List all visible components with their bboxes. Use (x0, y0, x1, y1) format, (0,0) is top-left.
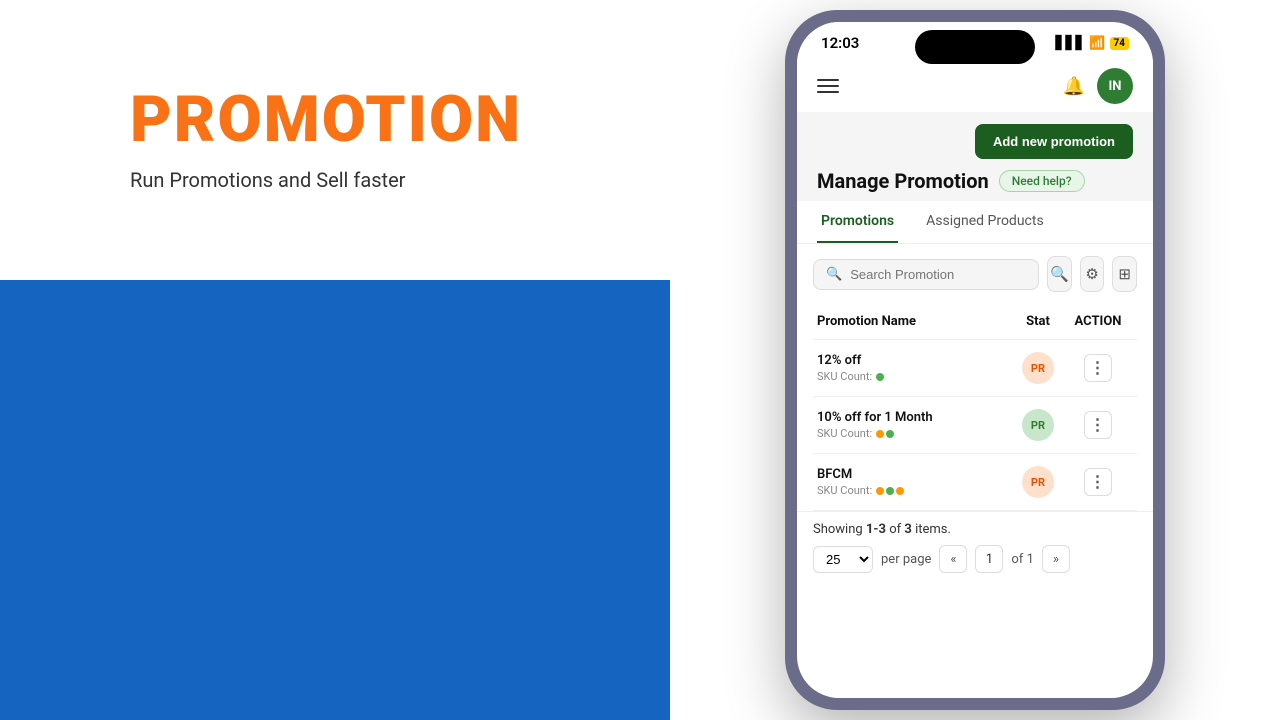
promotion-name: 12% off (817, 353, 1013, 368)
sku-count: SKU Count: (817, 370, 1013, 383)
sku-dot (876, 373, 884, 381)
row-status: PR (1013, 466, 1063, 498)
first-page-button[interactable]: « (939, 545, 967, 573)
phone-inner: 12:03 ▋▋▋ 📶 74 🔔 IN (797, 22, 1153, 698)
top-nav: 🔔 IN (797, 60, 1153, 112)
sku-dots (876, 430, 894, 438)
sku-dot (886, 487, 894, 495)
action-menu-button[interactable]: ⋮ (1084, 354, 1112, 382)
sku-dot (886, 430, 894, 438)
status-bar: 12:03 ▋▋▋ 📶 74 (797, 22, 1153, 60)
pagination-row: 25 50 100 per page « 1 of 1 » (813, 545, 1137, 573)
sku-count: SKU Count: (817, 484, 1013, 497)
sku-dot (896, 487, 904, 495)
col-action: ACTION (1063, 314, 1133, 329)
signal-icon: ▋▋▋ (1055, 36, 1085, 51)
row-status: PR (1013, 409, 1063, 441)
search-icon: 🔍 (826, 267, 842, 282)
columns-button[interactable]: ⊞ (1112, 256, 1137, 292)
filter-button[interactable]: ⚙ (1080, 256, 1105, 292)
table-footer: Showing 1-3 of 3 items. 25 50 100 (797, 511, 1153, 583)
last-page-button[interactable]: » (1042, 545, 1070, 573)
sku-count: SKU Count: (817, 427, 1013, 440)
search-row: 🔍 🔍 ⚙ ⊞ (797, 244, 1153, 304)
status-badge: PR (1022, 352, 1054, 384)
table-area: Promotion Name Stat ACTION 12% off SKU C… (797, 304, 1153, 511)
of-text: of 1 (1011, 552, 1033, 567)
manage-title: Manage Promotion (817, 169, 989, 193)
row-info: BFCM SKU Count: (817, 467, 1013, 497)
left-top: PROMOTION Run Promotions and Sell faster (0, 0, 670, 280)
avatar[interactable]: IN (1097, 68, 1133, 104)
promotion-name: BFCM (817, 467, 1013, 482)
table-row: 10% off for 1 Month SKU Count: (813, 397, 1137, 454)
tab-promotions[interactable]: Promotions (817, 201, 898, 243)
search-button[interactable]: 🔍 (1047, 256, 1072, 292)
row-info: 12% off SKU Count: (817, 353, 1013, 383)
card-area: 🔍 🔍 ⚙ ⊞ Promotion Name Stat ACTION (797, 244, 1153, 583)
sku-dot (876, 487, 884, 495)
total-items: 3 (904, 522, 911, 537)
sku-dot (876, 430, 884, 438)
table-row: 12% off SKU Count: PR (813, 340, 1137, 397)
right-panel: 12:03 ▋▋▋ 📶 74 🔔 IN (670, 0, 1280, 720)
battery-level: 74 (1110, 37, 1129, 50)
sku-dots (876, 487, 904, 495)
header-area: Add new promotion Manage Promotion Need … (797, 112, 1153, 201)
showing-range: 1-3 (866, 522, 886, 537)
search-box: 🔍 (813, 259, 1039, 290)
col-status: Stat (1013, 314, 1063, 329)
tab-assigned-products[interactable]: Assigned Products (922, 201, 1048, 243)
add-new-promotion-button[interactable]: Add new promotion (975, 124, 1133, 159)
per-page-select[interactable]: 25 50 100 (813, 546, 873, 573)
row-status: PR (1013, 352, 1063, 384)
left-bottom-bg (0, 280, 670, 720)
showing-text: Showing 1-3 of 3 items. (813, 522, 1137, 537)
wifi-icon: 📶 (1089, 36, 1105, 51)
add-btn-row: Add new promotion (817, 124, 1133, 159)
row-action: ⋮ (1063, 354, 1133, 382)
sku-dots (876, 373, 884, 381)
table-header: Promotion Name Stat ACTION (813, 304, 1137, 340)
status-badge: PR (1022, 409, 1054, 441)
table-row: BFCM SKU Count: (813, 454, 1137, 511)
status-time: 12:03 (821, 34, 859, 52)
tabs-bar: Promotions Assigned Products (797, 201, 1153, 244)
nav-right: 🔔 IN (1063, 68, 1133, 104)
manage-row: Manage Promotion Need help? (817, 169, 1133, 193)
status-badge: PR (1022, 466, 1054, 498)
col-promotion-name: Promotion Name (817, 314, 1013, 329)
promo-subtitle: Run Promotions and Sell faster (130, 168, 540, 192)
promo-title: PROMOTION (130, 88, 540, 152)
bell-icon[interactable]: 🔔 (1063, 76, 1085, 97)
per-page-label: per page (881, 552, 931, 567)
hamburger-menu[interactable] (817, 79, 839, 93)
left-panel: PROMOTION Run Promotions and Sell faster (0, 0, 670, 720)
dynamic-island (915, 30, 1035, 64)
phone-frame: 12:03 ▋▋▋ 📶 74 🔔 IN (785, 10, 1165, 710)
current-page: 1 (975, 545, 1003, 573)
app-content: Add new promotion Manage Promotion Need … (797, 112, 1153, 583)
action-menu-button[interactable]: ⋮ (1084, 468, 1112, 496)
action-menu-button[interactable]: ⋮ (1084, 411, 1112, 439)
row-action: ⋮ (1063, 411, 1133, 439)
status-icons: ▋▋▋ 📶 74 (1055, 36, 1129, 51)
search-input[interactable] (850, 267, 1026, 282)
promotion-name: 10% off for 1 Month (817, 410, 1013, 425)
row-info: 10% off for 1 Month SKU Count: (817, 410, 1013, 440)
row-action: ⋮ (1063, 468, 1133, 496)
need-help-badge[interactable]: Need help? (999, 170, 1085, 192)
